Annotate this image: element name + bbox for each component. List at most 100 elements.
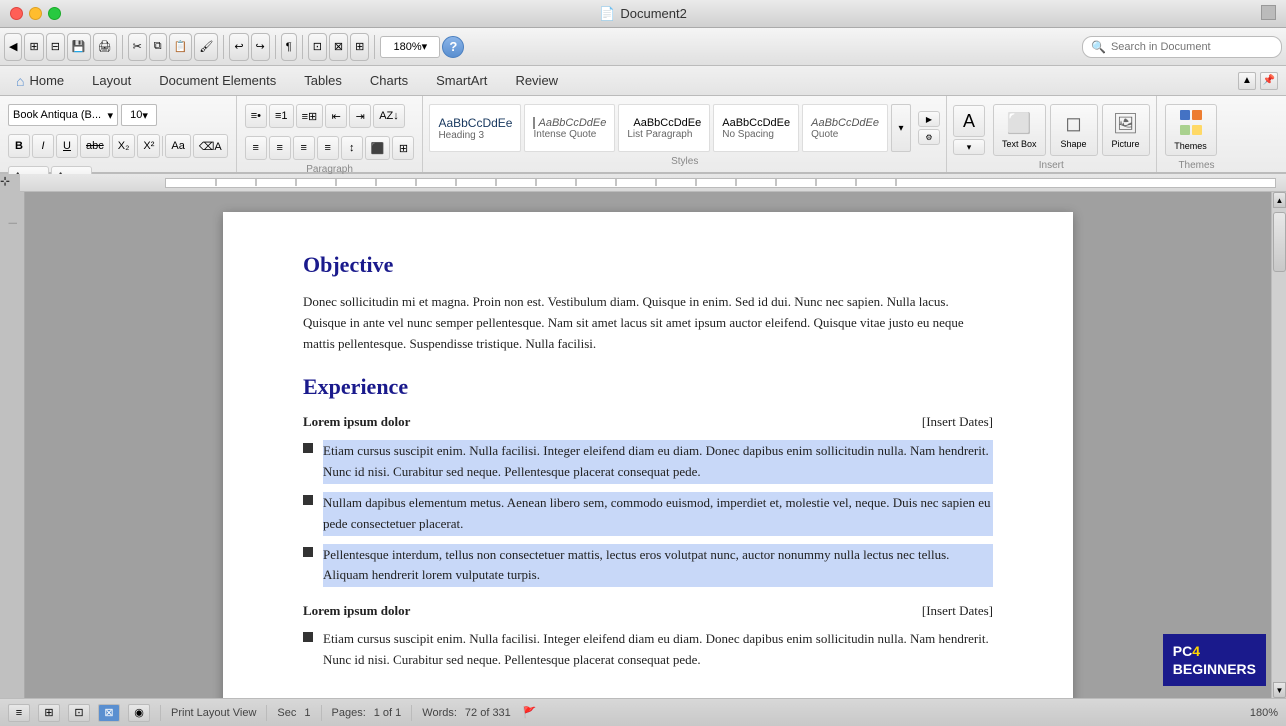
view-web-btn[interactable]: ◉ — [128, 704, 150, 722]
copy-button[interactable]: ⧉ — [149, 33, 167, 61]
styles-expand-button[interactable]: ▶ — [918, 111, 940, 127]
ribbon-pin-button[interactable]: 📌 — [1260, 72, 1278, 90]
style-intense-quote-label: Intense Quote — [533, 129, 606, 140]
styles-settings-button[interactable]: ⚙ — [918, 129, 940, 145]
ruler-corner[interactable]: ⊹ — [0, 174, 20, 192]
view-outline-btn[interactable]: ⊞ — [38, 704, 60, 722]
ribbon-themes-section: Themes Themes — [1157, 96, 1237, 172]
theme-color-green — [1180, 125, 1190, 135]
superscript-button[interactable]: X² — [137, 134, 160, 158]
numbering-button[interactable]: ≡1 — [269, 104, 294, 128]
styles-icon-btn2[interactable]: ▾ — [953, 139, 985, 155]
margin-marker[interactable]: | — [7, 222, 17, 224]
line-spacing-button[interactable]: ↕ — [341, 136, 363, 160]
watermark: PC4 BEGINNERS — [1163, 634, 1266, 686]
style-intense-quote[interactable]: AaBbCcDdEe Intense Quote — [524, 104, 615, 152]
view-page-btn[interactable]: ⊡ — [68, 704, 90, 722]
font-name-selector[interactable]: Book Antiqua (B... ▾ — [8, 104, 118, 126]
subscript-button[interactable]: X₂ — [112, 134, 136, 158]
paragraph-mark-button[interactable]: ¶ — [281, 33, 297, 61]
menu-review[interactable]: Review — [501, 66, 572, 95]
scroll-up-button[interactable]: ▲ — [1273, 192, 1286, 208]
ribbon-collapse-button[interactable]: ▲ — [1238, 72, 1256, 90]
font-size-dropdown-icon[interactable]: ▾ — [142, 109, 148, 122]
separator2 — [223, 35, 224, 59]
objective-paragraph: Donec sollicitudin mi et magna. Proin no… — [303, 292, 993, 354]
theme-color-blue — [1180, 110, 1190, 120]
separator3 — [275, 35, 276, 59]
style-heading3-preview: AaBbCcDdEe — [438, 116, 512, 130]
align-center-button[interactable]: ≡ — [269, 136, 291, 160]
view-focus-btn[interactable]: ⊠ — [98, 704, 120, 722]
left-sidebar-margin: | — [0, 192, 25, 698]
view-list-btn[interactable]: ≡ — [8, 704, 30, 722]
bullets-button[interactable]: ≡• — [245, 104, 267, 128]
style-no-spacing[interactable]: AaBbCcDdEe No Spacing — [713, 104, 799, 152]
scrollbar[interactable]: ▲ ▼ — [1271, 192, 1286, 698]
menu-smartart[interactable]: SmartArt — [422, 66, 501, 95]
change-case-button[interactable]: Aa — [165, 134, 190, 158]
format-painter-button[interactable]: 🖌 — [194, 33, 218, 61]
text-box-button[interactable]: ⬜ Text Box — [993, 104, 1046, 156]
maximize-button[interactable] — [48, 7, 61, 20]
strikethrough-button[interactable]: abc — [80, 134, 110, 158]
zoom-dropdown-icon[interactable]: ▾ — [422, 40, 428, 53]
redo-button[interactable]: ↪ — [251, 33, 270, 61]
menu-home[interactable]: ⌂ Home — [8, 66, 78, 95]
align-right-button[interactable]: ≡ — [293, 136, 315, 160]
themes-button[interactable]: Themes — [1165, 104, 1217, 156]
menu-tables[interactable]: Tables — [290, 66, 356, 95]
job2-title: Lorem ipsum dolor — [303, 603, 410, 619]
bold-button[interactable]: B — [8, 134, 30, 158]
new-doc-button[interactable]: ⊞ — [24, 33, 43, 61]
scrollbar-thumb[interactable] — [1273, 212, 1286, 272]
undo-button[interactable]: ↩ — [229, 33, 248, 61]
decrease-indent-button[interactable]: ⇤ — [325, 104, 347, 128]
document-area[interactable]: Objective Donec sollicitudin mi et magna… — [25, 192, 1271, 698]
style-heading3[interactable]: AaBbCcDdEe Heading 3 — [429, 104, 521, 152]
resize-icon[interactable] — [1261, 5, 1276, 20]
close-button[interactable] — [10, 7, 23, 20]
menu-document-elements[interactable]: Document Elements — [145, 66, 290, 95]
zoom-mode-button[interactable]: ⊠ — [329, 33, 348, 61]
window-resize-control[interactable] — [1261, 5, 1276, 23]
separator — [122, 35, 123, 59]
shape-button[interactable]: ◻ Shape — [1050, 104, 1098, 156]
font-name-dropdown-icon[interactable]: ▾ — [107, 109, 113, 122]
borders-button[interactable]: ⊞ — [392, 136, 414, 160]
minimize-button[interactable] — [29, 7, 42, 20]
font-size-selector[interactable]: 10 ▾ — [121, 104, 157, 126]
text-box-icon: ⬜ — [1007, 111, 1032, 136]
clear-format-button[interactable]: ⌫A — [193, 134, 228, 158]
increase-indent-button[interactable]: ⇥ — [349, 104, 371, 128]
search-input[interactable] — [1111, 41, 1273, 53]
help-button[interactable]: ? — [442, 36, 464, 58]
bullet-marker-4 — [303, 632, 313, 642]
underline-button[interactable]: U — [56, 134, 78, 158]
styles-scroll-arrow[interactable]: ▾ — [891, 104, 911, 152]
menu-layout[interactable]: Layout — [78, 66, 145, 95]
view-button[interactable]: ⊟ — [46, 33, 65, 61]
paste-button[interactable]: 📋 — [169, 33, 193, 61]
view-mode-button[interactable]: ⊡ — [308, 33, 327, 61]
picture-button[interactable]: 🖼 Picture — [1102, 104, 1150, 156]
justify-button[interactable]: ≡ — [317, 136, 339, 160]
menu-charts[interactable]: Charts — [356, 66, 422, 95]
fill-color-button[interactable]: ⬛ — [365, 136, 391, 160]
pages-label: Pages: — [332, 707, 366, 719]
style-list-paragraph[interactable]: AaBbCcDdEe List Paragraph — [618, 104, 710, 152]
sort-button[interactable]: AZ↓ — [373, 104, 405, 128]
styles-icon-button[interactable]: A — [953, 105, 985, 137]
style-no-spacing-label: No Spacing — [722, 129, 790, 140]
align-left-button[interactable]: ≡ — [245, 136, 267, 160]
style-heading3-label: Heading 3 — [438, 130, 512, 141]
cut-button[interactable]: ✂ — [128, 33, 147, 61]
italic-button[interactable]: I — [32, 134, 54, 158]
scroll-down-button[interactable]: ▼ — [1273, 682, 1286, 698]
save-button[interactable]: 💾 — [67, 33, 91, 61]
back-button[interactable]: ◀ — [4, 33, 22, 61]
multilevel-list-button[interactable]: ≡⊞ — [296, 104, 324, 128]
style-quote[interactable]: AaBbCcDdEe Quote — [802, 104, 888, 152]
sidebar-button[interactable]: ⊞ — [350, 33, 369, 61]
print-button[interactable]: 🖨 — [93, 33, 117, 61]
